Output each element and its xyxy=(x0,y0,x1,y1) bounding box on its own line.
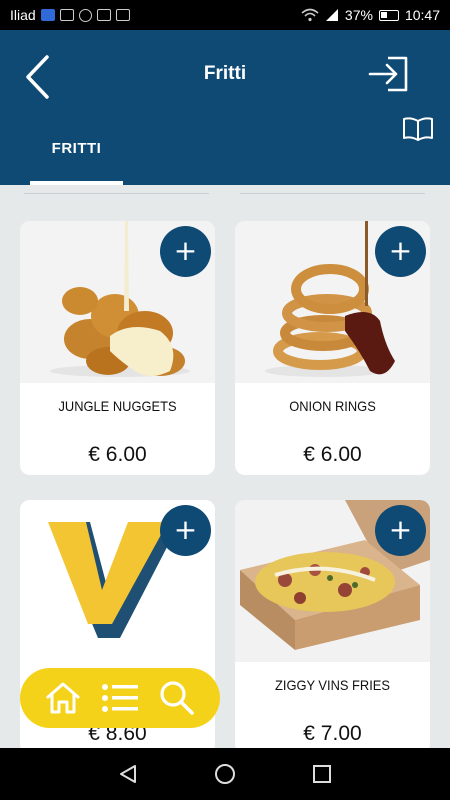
nav-home-button[interactable] xyxy=(210,759,240,789)
clock: 10:47 xyxy=(404,7,440,23)
battery-icon xyxy=(378,9,399,21)
floating-menu xyxy=(20,668,220,728)
book-icon xyxy=(403,117,433,141)
tab-label: FRITTI xyxy=(51,140,102,157)
product-price: € 7.00 xyxy=(303,722,362,745)
app-header: Fritti FRITTI xyxy=(0,30,450,185)
tab-fritti[interactable]: FRITTI xyxy=(30,130,123,185)
add-to-cart-button[interactable]: + xyxy=(160,226,211,277)
notification-icon xyxy=(59,9,74,21)
product-name: JUNGLE NUGGETS xyxy=(58,398,177,414)
system-nav-bar xyxy=(0,748,450,800)
gmail-icon xyxy=(115,9,130,21)
login-button[interactable] xyxy=(366,54,412,94)
add-to-cart-button[interactable]: + xyxy=(375,505,426,556)
tab-active-indicator xyxy=(30,181,123,185)
product-name: ZIGGY VINS FRIES xyxy=(275,677,390,693)
add-to-cart-button[interactable]: + xyxy=(160,505,211,556)
facebook-icon xyxy=(78,8,92,22)
product-card[interactable]: + ZIGGY VINS FRIES € 7.00 xyxy=(235,500,430,754)
signal-icon xyxy=(325,9,338,21)
circle-home-icon xyxy=(214,764,235,784)
triangle-back-icon xyxy=(120,765,137,783)
product-price: € 6.00 xyxy=(88,443,147,466)
app-icon xyxy=(96,9,111,21)
search-button[interactable] xyxy=(157,678,197,718)
menu-book-button[interactable] xyxy=(402,115,434,143)
shield-icon xyxy=(40,9,55,21)
product-card[interactable]: + ONION RINGS € 6.00 xyxy=(235,221,430,475)
home-button[interactable] xyxy=(43,678,83,718)
add-to-cart-button[interactable]: + xyxy=(375,226,426,277)
status-right: 37% 10:47 xyxy=(301,7,440,23)
home-icon xyxy=(46,682,80,714)
status-left: Iliad xyxy=(10,7,130,23)
divider xyxy=(240,193,425,194)
list-icon xyxy=(101,684,138,712)
product-card[interactable]: + JUNGLE NUGGETS € 6.00 xyxy=(20,221,215,475)
nav-recents-button[interactable] xyxy=(307,759,337,789)
product-name: ONION RINGS xyxy=(289,398,376,414)
status-bar: Iliad 37% 10:47 xyxy=(0,0,450,30)
battery-percent: 37% xyxy=(344,7,373,23)
product-price: € 6.00 xyxy=(303,443,362,466)
carrier-name: Iliad xyxy=(10,7,36,23)
search-icon xyxy=(160,681,195,715)
nav-back-button[interactable] xyxy=(113,759,143,789)
square-recents-icon xyxy=(312,765,331,783)
divider xyxy=(24,193,209,194)
login-icon xyxy=(368,56,408,92)
list-button[interactable] xyxy=(100,678,140,718)
wifi-icon xyxy=(301,8,319,22)
